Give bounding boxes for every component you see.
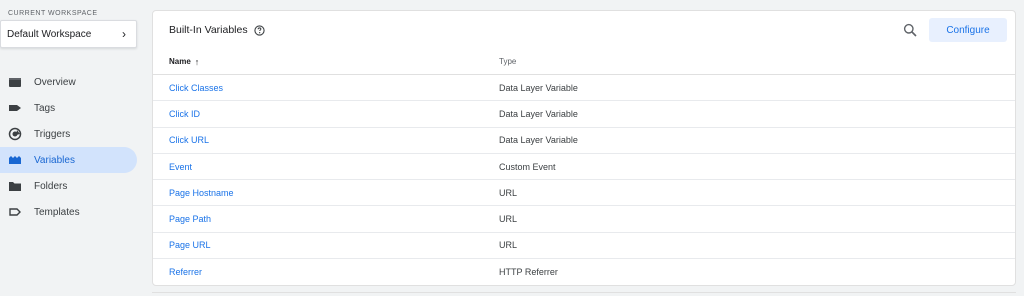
tag-icon: [8, 101, 22, 115]
variable-type: Data Layer Variable: [499, 108, 578, 119]
variable-name-link[interactable]: Referrer: [169, 267, 202, 277]
next-card-edge: [152, 292, 1016, 296]
variable-name-link[interactable]: Click Classes: [169, 83, 223, 93]
card-title: Built-In Variables: [169, 24, 265, 36]
variable-type: URL: [499, 187, 518, 198]
sidebar-item-overview[interactable]: Overview: [0, 69, 137, 95]
variable-type: Data Layer Variable: [499, 82, 578, 93]
sidebar-item-variables[interactable]: Variables: [0, 147, 137, 173]
variable-type: URL: [499, 240, 518, 251]
sidebar-item-label: Triggers: [34, 128, 71, 140]
table-row: Click ID Data Layer Variable: [153, 101, 1015, 128]
trigger-icon: [8, 127, 22, 141]
workspace-selector[interactable]: Default Workspace ›: [0, 20, 137, 48]
overview-icon: [8, 75, 22, 89]
sidebar-item-label: Variables: [34, 154, 75, 166]
column-header-type: Type: [499, 57, 517, 66]
variable-type: Data Layer Variable: [499, 135, 578, 146]
variable-type: Custom Event: [499, 161, 556, 172]
search-icon[interactable]: [903, 23, 917, 37]
sort-ascending-icon: ↑: [194, 56, 200, 67]
chevron-right-icon: ›: [122, 27, 126, 41]
sidebar-item-label: Tags: [34, 102, 56, 114]
variables-icon: [8, 153, 22, 167]
variable-type: HTTP Referrer: [499, 267, 558, 278]
variable-name-link[interactable]: Page URL: [169, 240, 211, 250]
table-header: Name ↑ Type: [153, 49, 1015, 75]
sidebar-item-triggers[interactable]: Triggers: [0, 121, 137, 147]
table-row: Event Custom Event: [153, 154, 1015, 181]
sidebar-item-folders[interactable]: Folders: [0, 173, 137, 199]
table-row: Page Path URL: [153, 206, 1015, 233]
table-body: Click Classes Data Layer Variable Click …: [153, 75, 1015, 285]
sidebar-nav: Overview Tags Triggers Variables Folders: [0, 69, 137, 225]
sidebar-item-label: Folders: [34, 180, 68, 192]
table-row: Page URL URL: [153, 233, 1015, 260]
sidebar-item-label: Overview: [34, 76, 76, 88]
variable-type: URL: [499, 214, 518, 225]
help-icon[interactable]: [253, 24, 265, 36]
sidebar-item-templates[interactable]: Templates: [0, 199, 137, 225]
configure-button[interactable]: Configure: [929, 18, 1007, 42]
variable-name-link[interactable]: Event: [169, 162, 192, 172]
table-row: Page Hostname URL: [153, 180, 1015, 207]
folder-icon: [8, 179, 22, 193]
variable-name-link[interactable]: Click ID: [169, 109, 200, 119]
workspace-name: Default Workspace: [7, 28, 92, 40]
workspace-section-label: CURRENT WORKSPACE: [8, 10, 98, 17]
template-icon: [8, 205, 22, 219]
table-row: Referrer HTTP Referrer: [153, 259, 1015, 285]
card-title-text: Built-In Variables: [169, 24, 248, 36]
variable-name-link[interactable]: Page Path: [169, 214, 211, 224]
sidebar-item-label: Templates: [34, 206, 80, 218]
sidebar: CURRENT WORKSPACE Default Workspace › Ov…: [0, 0, 145, 296]
column-header-name-label: Name: [169, 57, 191, 66]
built-in-variables-card: Built-In Variables Configure Name ↑ Type…: [152, 10, 1016, 286]
table-row: Click URL Data Layer Variable: [153, 128, 1015, 154]
sidebar-item-tags[interactable]: Tags: [0, 95, 137, 121]
column-header-name[interactable]: Name ↑: [169, 57, 199, 67]
table-row: Click Classes Data Layer Variable: [153, 75, 1015, 102]
variable-name-link[interactable]: Click URL: [169, 135, 209, 145]
variable-name-link[interactable]: Page Hostname: [169, 188, 234, 198]
